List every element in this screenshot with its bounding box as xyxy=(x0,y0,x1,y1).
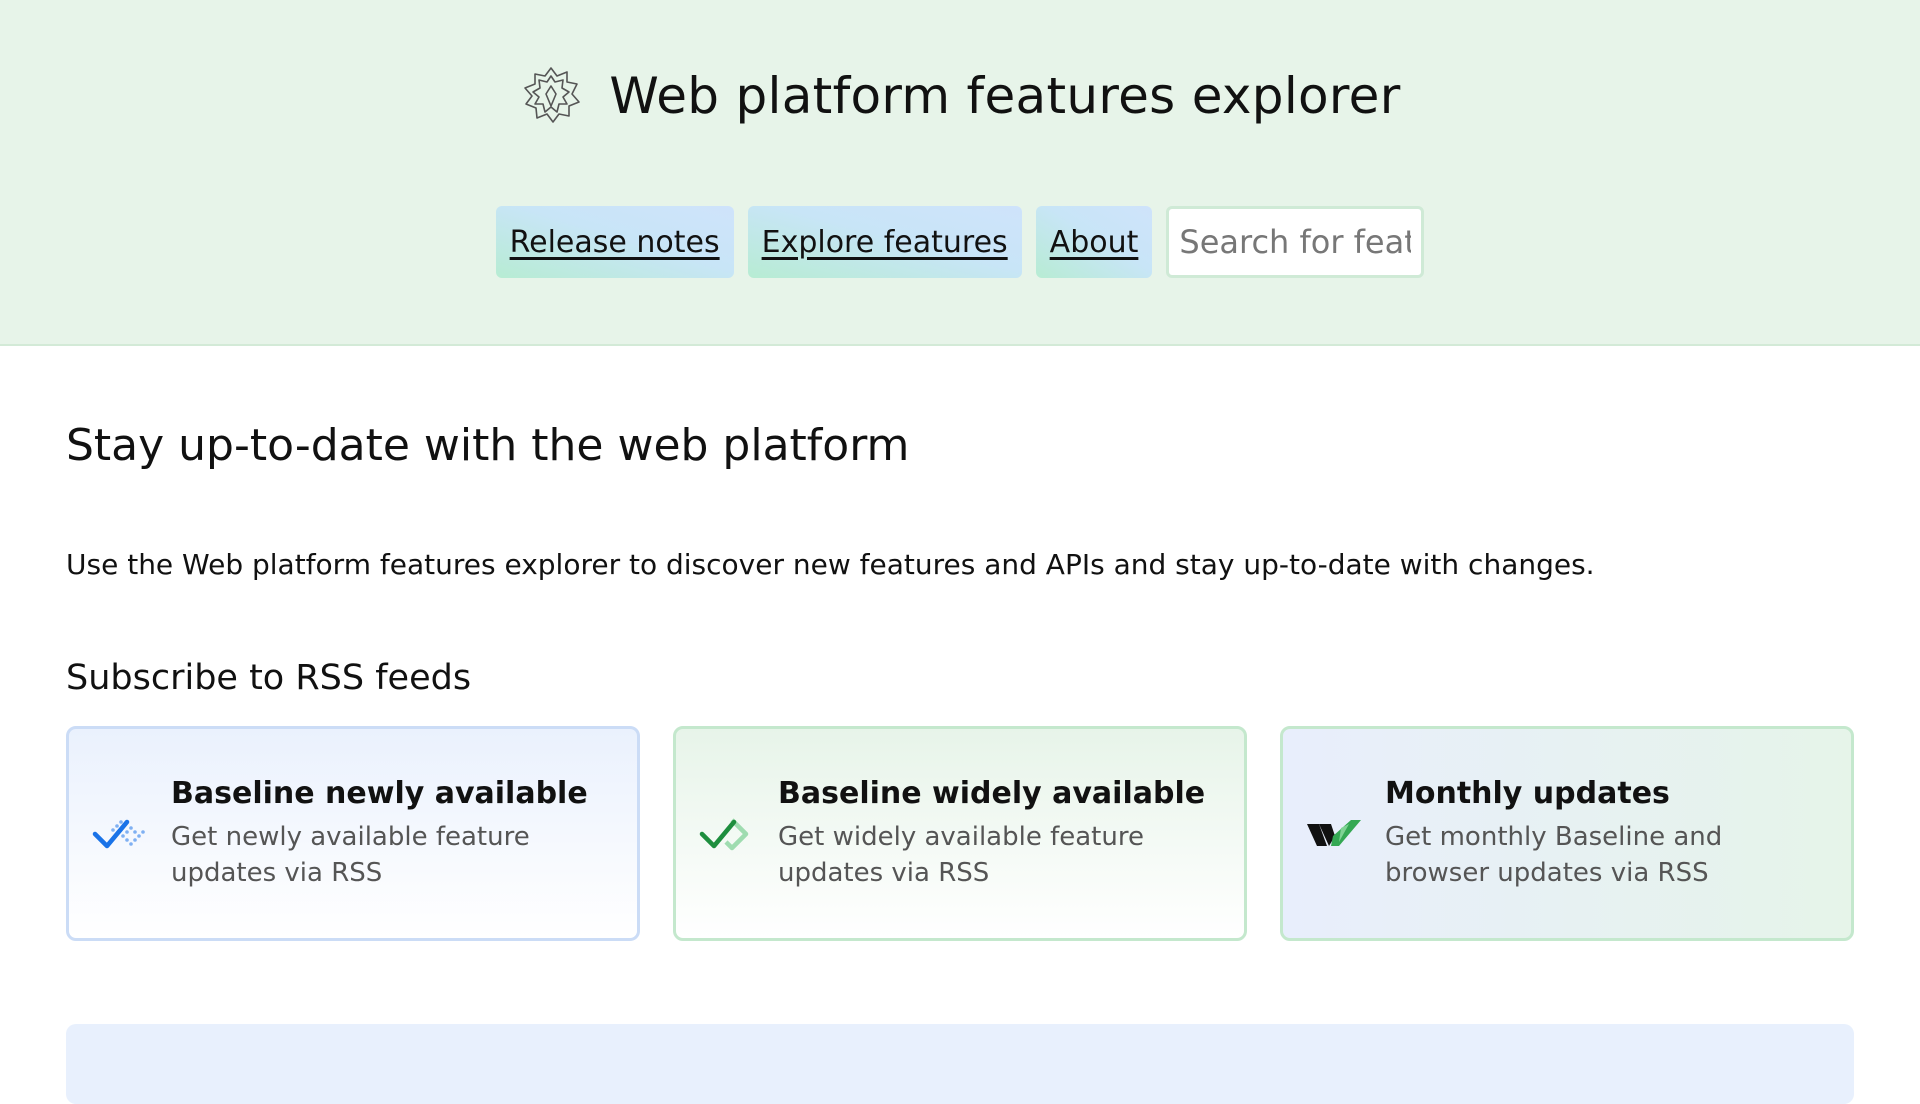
rss-card-newly-available[interactable]: Baseline newly available Get newly avail… xyxy=(66,726,640,941)
search-input[interactable] xyxy=(1169,209,1422,275)
baseline-widely-check-icon xyxy=(699,817,749,850)
card-title: Monthly updates xyxy=(1385,776,1670,811)
nav-release-notes[interactable]: Release notes xyxy=(495,206,734,278)
baseline-newly-check-icon xyxy=(92,819,145,848)
rss-card-widely-available[interactable]: Baseline widely available Get widely ava… xyxy=(673,726,1247,941)
nav-explore-features[interactable]: Explore features xyxy=(747,206,1022,278)
card-text: Baseline newly available Get newly avail… xyxy=(171,776,613,891)
bottom-panel xyxy=(66,1024,1854,1104)
nav-about[interactable]: About xyxy=(1035,206,1153,278)
rss-section-title: Subscribe to RSS feeds xyxy=(66,658,472,698)
card-text: Monthly updates Get monthly Baseline and… xyxy=(1385,776,1827,891)
intro-text: Use the Web platform features explorer t… xyxy=(66,548,1595,581)
main-nav: Release notes Explore features About xyxy=(0,206,1920,278)
baseline-logo-icon[interactable] xyxy=(519,64,583,128)
monthly-updates-icon xyxy=(1307,819,1361,846)
brand: Web platform features explorer xyxy=(0,64,1920,128)
card-title: Baseline widely available xyxy=(778,776,1206,811)
card-description: Get widely available feature updates via… xyxy=(778,822,1144,888)
site-header: Web platform features explorer Release n… xyxy=(0,0,1920,346)
card-text: Baseline widely available Get widely ava… xyxy=(778,776,1220,891)
site-title: Web platform features explorer xyxy=(609,67,1401,125)
page-title: Stay up-to-date with the web platform xyxy=(66,420,910,471)
card-title: Baseline newly available xyxy=(171,776,588,811)
card-description: Get newly available feature updates via … xyxy=(171,822,530,888)
rss-card-monthly-updates[interactable]: Monthly updates Get monthly Baseline and… xyxy=(1280,726,1854,941)
rss-feed-cards: Baseline newly available Get newly avail… xyxy=(66,726,1854,941)
card-description: Get monthly Baseline and browser updates… xyxy=(1385,822,1723,888)
search-box xyxy=(1166,206,1425,278)
